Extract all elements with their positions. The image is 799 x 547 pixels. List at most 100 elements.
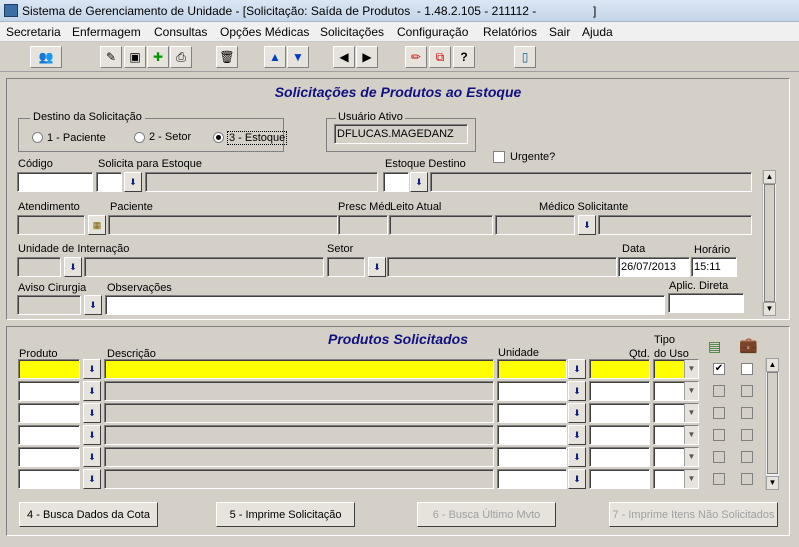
produto-lov-icon[interactable]: ⬇ — [83, 381, 101, 401]
produto-input[interactable] — [18, 359, 80, 379]
scroll-up-icon[interactable]: ▲ — [763, 170, 776, 184]
produto-lov-icon[interactable]: ⬇ — [83, 469, 101, 489]
menu-enfermagem[interactable]: Enfermagem — [72, 25, 141, 39]
qtd-input[interactable] — [589, 359, 650, 379]
produto-lov-icon[interactable]: ⬇ — [83, 359, 101, 379]
row-check-2[interactable] — [741, 407, 753, 419]
observacoes-input[interactable] — [105, 295, 665, 315]
produto-lov-icon[interactable]: ⬇ — [83, 447, 101, 467]
menu-solicitacoes[interactable]: Solicitações — [320, 25, 384, 39]
produto-input[interactable] — [18, 469, 80, 489]
unidade-input[interactable] — [497, 447, 567, 467]
menu-relatorios[interactable]: Relatórios — [483, 25, 537, 39]
unidade-lov-icon[interactable]: ⬇ — [64, 257, 82, 277]
trash-icon[interactable]: 🗑 — [216, 46, 238, 68]
qtd-input[interactable] — [589, 425, 650, 445]
estoque-destino-lov-icon[interactable]: ⬇ — [410, 172, 428, 192]
chevron-down-icon[interactable]: ▼ — [684, 360, 698, 378]
row-check-1[interactable] — [713, 385, 725, 397]
unidade-lov-icon[interactable]: ⬇ — [568, 403, 586, 423]
medico-lov-icon[interactable]: ⬇ — [578, 215, 596, 235]
menu-sair[interactable]: Sair — [549, 25, 570, 39]
imprime-solicitacao-button[interactable]: 5 - Imprime Solicitação — [216, 502, 355, 527]
aviso-lov-icon[interactable]: ⬇ — [84, 295, 102, 315]
row-check-2[interactable] — [741, 363, 753, 375]
setor-lov-icon[interactable]: ⬇ — [368, 257, 386, 277]
row-check-2[interactable] — [741, 473, 753, 485]
unidade-lov-icon[interactable]: ⬇ — [568, 381, 586, 401]
unidade-lov-icon[interactable]: ⬇ — [568, 469, 586, 489]
products-scrollbar[interactable]: ▲ ▼ — [765, 358, 779, 490]
chevron-down-icon[interactable]: ▼ — [684, 404, 698, 422]
products-scroll-thumb[interactable] — [767, 372, 778, 474]
busca-cota-button[interactable]: 4 - Busca Dados da Cota — [19, 502, 158, 527]
busca-ultimo-mvto-button[interactable]: 6 - Busca Último Mvto — [417, 502, 556, 527]
estoque-destino-input[interactable] — [383, 172, 409, 192]
radio-estoque[interactable] — [213, 132, 224, 143]
scroll-thumb[interactable] — [764, 184, 775, 302]
urgente-checkbox[interactable] — [493, 151, 505, 163]
produto-input[interactable] — [18, 403, 80, 423]
chevron-down-icon[interactable]: ▼ — [684, 426, 698, 444]
exit-door-icon[interactable]: ▯ — [514, 46, 536, 68]
last-record-icon[interactable]: ▶ — [356, 46, 378, 68]
print-icon[interactable]: ⎙ — [170, 46, 192, 68]
produto-input[interactable] — [18, 381, 80, 401]
arrow-down-icon[interactable]: ▼ — [287, 46, 309, 68]
horario-field[interactable]: 15:11 — [691, 257, 737, 277]
qtd-input[interactable] — [589, 403, 650, 423]
radio-paciente[interactable] — [32, 132, 43, 143]
solicita-code-input[interactable] — [96, 172, 122, 192]
qtd-input[interactable] — [589, 469, 650, 489]
chevron-down-icon[interactable]: ▼ — [684, 470, 698, 488]
save-icon[interactable]: ▣ — [124, 46, 146, 68]
codigo-input[interactable] — [17, 172, 93, 192]
products-scroll-up-icon[interactable]: ▲ — [766, 358, 779, 372]
produto-input[interactable] — [18, 447, 80, 467]
users-icon[interactable]: 👥 — [30, 46, 62, 68]
menu-consultas[interactable]: Consultas — [154, 25, 207, 39]
row-check-1[interactable]: ✔ — [713, 363, 725, 375]
unidade-input[interactable] — [497, 469, 567, 489]
unidade-input[interactable] — [497, 425, 567, 445]
data-field[interactable]: 26/07/2013 — [618, 257, 690, 277]
first-record-icon[interactable]: ◀ — [333, 46, 355, 68]
unidade-lov-icon[interactable]: ⬇ — [568, 447, 586, 467]
row-check-2[interactable] — [741, 385, 753, 397]
menu-opcoes-medicas[interactable]: Opções Médicas — [220, 25, 309, 39]
chevron-down-icon[interactable]: ▼ — [684, 448, 698, 466]
arrow-up-icon[interactable]: ▲ — [264, 46, 286, 68]
products-scroll-down-icon[interactable]: ▼ — [766, 476, 779, 490]
row-check-1[interactable] — [713, 407, 725, 419]
row-check-1[interactable] — [713, 473, 725, 485]
radio-setor[interactable] — [134, 132, 145, 143]
menu-configuracao[interactable]: Configuração — [397, 25, 468, 39]
header-scrollbar[interactable]: ▲ ▼ — [762, 170, 776, 316]
pencil-icon[interactable]: ✏ — [405, 46, 427, 68]
copy-icon[interactable]: ⧉ — [429, 46, 451, 68]
scroll-down-icon[interactable]: ▼ — [763, 302, 776, 316]
row-check-2[interactable] — [741, 429, 753, 441]
qtd-input[interactable] — [589, 447, 650, 467]
menu-secretaria[interactable]: Secretaria — [6, 25, 61, 39]
menu-ajuda[interactable]: Ajuda — [582, 25, 613, 39]
edit-icon[interactable]: ✎ — [100, 46, 122, 68]
imprime-nao-solicitados-button[interactable]: 7 - Imprime Itens Não Solicitados — [609, 502, 778, 527]
chevron-down-icon[interactable]: ▼ — [684, 382, 698, 400]
row-check-1[interactable] — [713, 451, 725, 463]
unidade-input[interactable] — [497, 381, 567, 401]
produto-lov-icon[interactable]: ⬇ — [83, 403, 101, 423]
row-check-1[interactable] — [713, 429, 725, 441]
unidade-lov-icon[interactable]: ⬇ — [568, 359, 586, 379]
unidade-input[interactable] — [497, 403, 567, 423]
calculator-icon[interactable]: ▦ — [88, 215, 106, 235]
aplic-field[interactable] — [668, 293, 744, 313]
help-icon[interactable]: ? — [453, 46, 475, 68]
qtd-input[interactable] — [589, 381, 650, 401]
solicita-lov-icon[interactable]: ⬇ — [124, 172, 142, 192]
row-check-2[interactable] — [741, 451, 753, 463]
unidade-input[interactable] — [497, 359, 567, 379]
unidade-lov-icon[interactable]: ⬇ — [568, 425, 586, 445]
produto-lov-icon[interactable]: ⬇ — [83, 425, 101, 445]
produto-input[interactable] — [18, 425, 80, 445]
